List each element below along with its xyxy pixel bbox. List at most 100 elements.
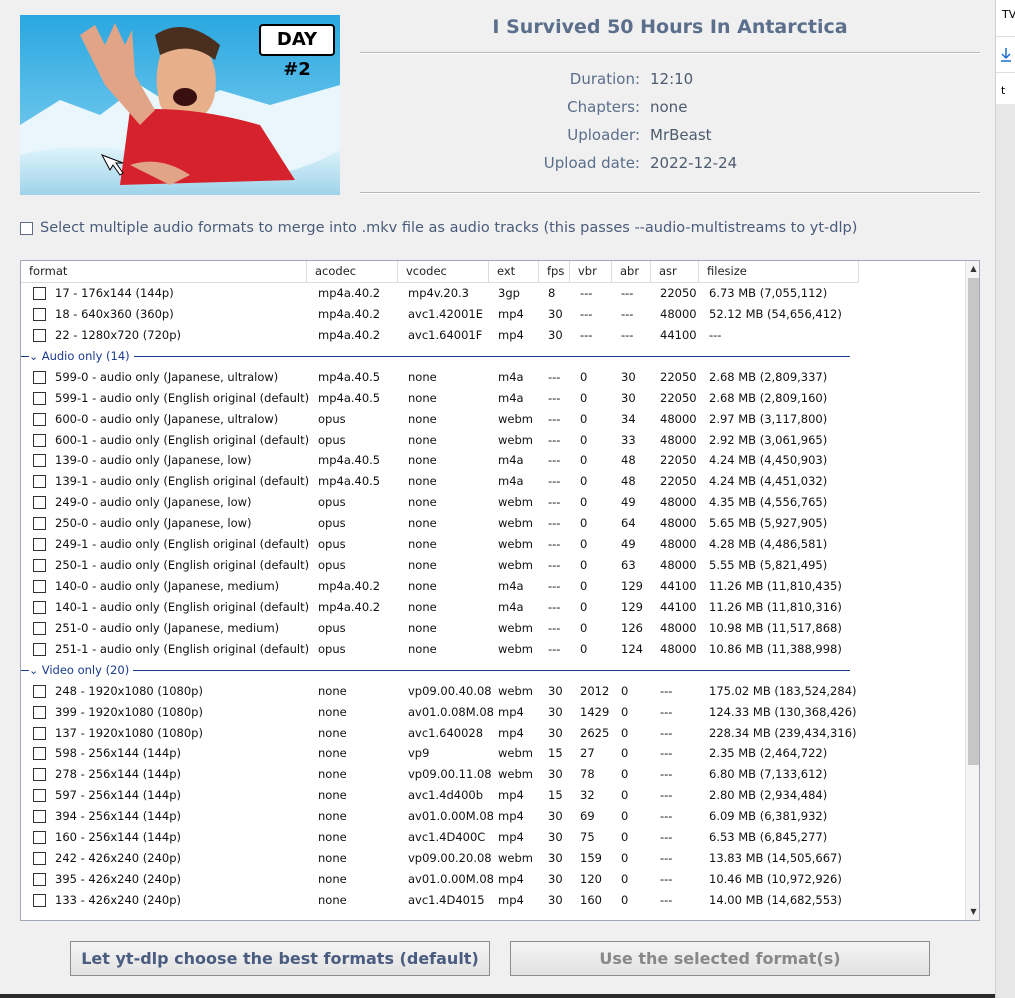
cell-filesize: 4.24 MB (4,450,903) bbox=[709, 453, 828, 467]
table-row[interactable]: 18 - 640x360 (360p) mp4a.40.2 avc1.42001E m… bbox=[21, 304, 965, 325]
scroll-up-arrow-icon[interactable]: ▲ bbox=[966, 261, 979, 277]
cell-ext: webm bbox=[498, 412, 533, 426]
table-row[interactable]: 600-1 - audio only (English original (de… bbox=[21, 430, 965, 451]
row-checkbox[interactable] bbox=[33, 643, 46, 656]
cell-vcodec: none bbox=[408, 495, 437, 509]
column-header-vbr[interactable]: vbr bbox=[570, 261, 612, 283]
cell-acodec: mp4a.40.5 bbox=[318, 474, 381, 488]
row-checkbox[interactable] bbox=[33, 727, 46, 740]
cell-format: 140-1 - audio only (English original (de… bbox=[55, 600, 310, 614]
cell-fps: --- bbox=[548, 600, 561, 614]
column-header-ext[interactable]: ext bbox=[489, 261, 539, 283]
table-row[interactable]: 598 - 256x144 (144p) none vp9 webm 15 27 0 --- 2… bbox=[21, 743, 965, 764]
cell-filesize: 10.86 MB (11,388,998) bbox=[709, 642, 842, 656]
multi-audio-option[interactable]: Select multiple audio formats to merge i… bbox=[20, 218, 857, 238]
cell-acodec: none bbox=[318, 788, 347, 802]
use-selected-formats-button[interactable]: Use the selected format(s) bbox=[510, 941, 930, 976]
row-checkbox[interactable] bbox=[33, 852, 46, 865]
table-row[interactable]: 251-0 - audio only (Japanese, medium) opu… bbox=[21, 618, 965, 639]
row-checkbox[interactable] bbox=[33, 308, 46, 321]
column-header-asr[interactable]: asr bbox=[651, 261, 699, 283]
table-row[interactable]: 242 - 426x240 (240p) none vp09.00.20.08 web… bbox=[21, 848, 965, 869]
column-header-filesize[interactable]: filesize bbox=[699, 261, 859, 283]
table-row[interactable]: 278 - 256x144 (144p) none vp09.00.11.08 web… bbox=[21, 764, 965, 785]
table-row[interactable]: 133 - 426x240 (240p) none avc1.4D4015 mp4 30… bbox=[21, 890, 965, 911]
table-row[interactable]: 137 - 1920x1080 (1080p) none avc1.640028 mp… bbox=[21, 723, 965, 744]
row-checkbox[interactable] bbox=[33, 622, 46, 635]
row-checkbox[interactable] bbox=[33, 559, 46, 572]
row-checkbox[interactable] bbox=[33, 496, 46, 509]
row-checkbox[interactable] bbox=[33, 517, 46, 530]
multi-audio-checkbox[interactable] bbox=[20, 221, 33, 235]
row-checkbox[interactable] bbox=[33, 538, 46, 551]
table-row[interactable]: 248 - 1920x1080 (1080p) none vp09.00.40.08… bbox=[21, 681, 965, 702]
row-checkbox[interactable] bbox=[33, 580, 46, 593]
table-row[interactable]: 395 - 426x240 (240p) none av01.0.00M.08 mp4… bbox=[21, 869, 965, 890]
column-header-vcodec[interactable]: vcodec bbox=[398, 261, 489, 283]
format-list[interactable]: format acodec vcodec ext fps vbr abr asr filesiz… bbox=[20, 260, 980, 921]
row-checkbox[interactable] bbox=[33, 434, 46, 447]
row-checkbox[interactable] bbox=[33, 873, 46, 886]
format-list-scrollbar[interactable]: ▲ ▼ bbox=[965, 261, 979, 920]
cell-ext: webm bbox=[498, 433, 533, 447]
table-row[interactable]: 599-0 - audio only (Japanese, ultralow) m… bbox=[21, 367, 965, 388]
row-checkbox[interactable] bbox=[33, 706, 46, 719]
row-checkbox[interactable] bbox=[33, 810, 46, 823]
table-row[interactable]: 597 - 256x144 (144p) none avc1.4d400b mp4 15… bbox=[21, 785, 965, 806]
row-checkbox[interactable] bbox=[33, 329, 46, 342]
chevron-down-icon[interactable]: ⌄ bbox=[29, 350, 42, 363]
column-header-format[interactable]: format bbox=[21, 261, 307, 283]
column-header-fps[interactable]: fps bbox=[539, 261, 570, 283]
format-list-header: format acodec vcodec ext fps vbr abr asr filesiz… bbox=[21, 261, 965, 283]
row-checkbox[interactable] bbox=[33, 454, 46, 467]
cell-ext: mp4 bbox=[498, 893, 524, 907]
format-group-header[interactable]: ⌄ Video only (20) bbox=[21, 660, 965, 681]
download-icon[interactable] bbox=[999, 46, 1013, 64]
cell-acodec: opus bbox=[318, 495, 346, 509]
format-group-header[interactable]: ⌄ Audio only (14) bbox=[21, 346, 965, 367]
row-checkbox[interactable] bbox=[33, 747, 46, 760]
best-formats-button[interactable]: Let yt-dlp choose the best formats (defa… bbox=[70, 941, 490, 976]
row-checkbox[interactable] bbox=[33, 768, 46, 781]
cell-format: 251-0 - audio only (Japanese, medium) bbox=[55, 621, 280, 635]
cell-ext: m4a bbox=[498, 600, 524, 614]
column-header-acodec[interactable]: acodec bbox=[307, 261, 398, 283]
row-checkbox[interactable] bbox=[33, 287, 46, 300]
table-row[interactable]: 600-0 - audio only (Japanese, ultralow) o… bbox=[21, 409, 965, 430]
scroll-down-arrow-icon[interactable]: ▼ bbox=[966, 904, 979, 920]
cell-filesize: 4.24 MB (4,451,032) bbox=[709, 474, 828, 488]
row-checkbox[interactable] bbox=[33, 894, 46, 907]
table-row[interactable]: 17 - 176x144 (144p) mp4a.40.2 mp4v.20.3 3gp… bbox=[21, 283, 965, 304]
row-checkbox[interactable] bbox=[33, 601, 46, 614]
cell-format: 242 - 426x240 (240p) bbox=[55, 851, 181, 865]
table-row[interactable]: 139-0 - audio only (Japanese, low) mp4a.4… bbox=[21, 450, 965, 471]
table-row[interactable]: 140-1 - audio only (English original (de… bbox=[21, 597, 965, 618]
format-selection-window: DAY #2 I Survived 50 Hours In Antarctica… bbox=[0, 0, 995, 998]
table-row[interactable]: 394 - 256x144 (144p) none av01.0.00M.08 mp4… bbox=[21, 806, 965, 827]
table-row[interactable]: 250-1 - audio only (English original (de… bbox=[21, 555, 965, 576]
cell-asr: 48000 bbox=[660, 558, 697, 572]
cell-filesize: 2.35 MB (2,464,722) bbox=[709, 746, 828, 760]
table-row[interactable]: 249-0 - audio only (Japanese, low) opus no… bbox=[21, 492, 965, 513]
row-checkbox[interactable] bbox=[33, 392, 46, 405]
table-row[interactable]: 599-1 - audio only (English original (de… bbox=[21, 388, 965, 409]
table-row[interactable]: 140-0 - audio only (Japanese, medium) mp4… bbox=[21, 576, 965, 597]
cell-vcodec: av01.0.08M.08 bbox=[408, 705, 494, 719]
table-row[interactable]: 250-0 - audio only (Japanese, low) opus no… bbox=[21, 513, 965, 534]
table-row[interactable]: 160 - 256x144 (144p) none avc1.4D400C mp4 30… bbox=[21, 827, 965, 848]
cell-abr: --- bbox=[621, 307, 634, 321]
column-header-abr[interactable]: abr bbox=[612, 261, 651, 283]
row-checkbox[interactable] bbox=[33, 831, 46, 844]
table-row[interactable]: 22 - 1280x720 (720p) mp4a.40.2 avc1.64001F… bbox=[21, 325, 965, 346]
row-checkbox[interactable] bbox=[33, 789, 46, 802]
table-row[interactable]: 251-1 - audio only (English original (de… bbox=[21, 639, 965, 660]
row-checkbox[interactable] bbox=[33, 371, 46, 384]
chevron-down-icon[interactable]: ⌄ bbox=[29, 664, 42, 677]
table-row[interactable]: 139-1 - audio only (English original (de… bbox=[21, 471, 965, 492]
scrollbar-thumb[interactable] bbox=[968, 278, 979, 765]
table-row[interactable]: 399 - 1920x1080 (1080p) none av01.0.08M.08… bbox=[21, 702, 965, 723]
row-checkbox[interactable] bbox=[33, 685, 46, 698]
row-checkbox[interactable] bbox=[33, 413, 46, 426]
row-checkbox[interactable] bbox=[33, 475, 46, 488]
table-row[interactable]: 249-1 - audio only (English original (de… bbox=[21, 534, 965, 555]
